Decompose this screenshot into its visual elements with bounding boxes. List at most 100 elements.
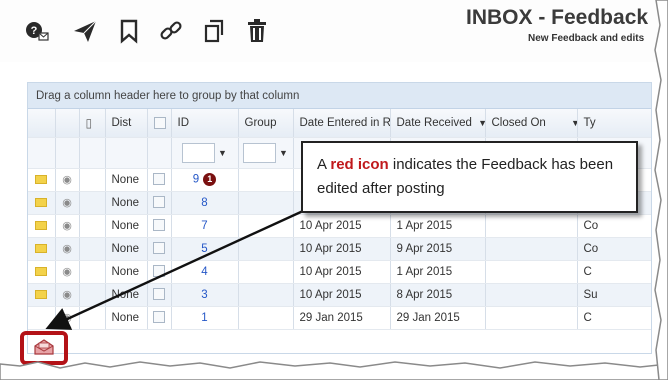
date-entered-cell: 10 Apr 2015 [293,260,391,284]
filter-cell [55,137,80,169]
dist-cell: None [105,214,148,238]
table-row[interactable]: ◉ None 4 10 Apr 2015 1 Apr 2015 C [28,260,651,284]
row-checkbox[interactable] [153,311,165,324]
group-cell [238,168,294,192]
group-cell [238,214,294,238]
title-area: INBOX - Feedback New Feedback and edits [0,0,652,62]
row-checkbox[interactable] [153,196,165,209]
col-date-received-label: Date Received [396,116,472,129]
mail-icon[interactable] [35,197,48,207]
col-date-entered[interactable]: Date Entered in Risk [293,109,391,138]
paperclip-icon: ▯ [85,115,93,130]
id-cell[interactable]: 4 [171,260,239,284]
date-entered-cell: 10 Apr 2015 [293,214,391,238]
type-cell: Co [577,237,651,261]
eye-icon[interactable]: ◉ [62,243,72,255]
col-view[interactable] [55,109,80,138]
col-dist[interactable]: Dist [105,109,148,138]
dist-cell: None [105,237,148,261]
type-cell: Co [577,214,651,238]
closed-on-cell [485,306,578,330]
dist-cell: None [105,306,148,330]
group-cell [238,306,294,330]
date-entered-cell: 10 Apr 2015 [293,237,391,261]
dist-cell: None [105,283,148,307]
col-closed-on[interactable]: Closed On ▼ [485,109,578,138]
callout-highlight: red icon [330,156,389,173]
type-cell: C [577,260,651,284]
eye-icon[interactable]: ◉ [62,220,72,232]
group-filter-input[interactable] [243,142,277,163]
date-received-cell: 8 Apr 2015 [390,283,486,307]
type-cell: Su [577,283,651,307]
date-received-cell: 9 Apr 2015 [390,237,486,261]
filter-icon[interactable]: ▼ [571,118,576,128]
table-row[interactable]: ◉ None 5 10 Apr 2015 9 Apr 2015 Co [28,237,651,261]
group-cell [238,283,294,307]
row-checkbox[interactable] [153,288,165,301]
group-cell [238,260,294,284]
col-date-received[interactable]: Date Received ▼ [390,109,486,138]
feedback-grid: Drag a column header here to group by th… [27,82,652,354]
filter-icon[interactable]: ▼ [478,118,484,128]
id-cell[interactable]: 3 [171,283,239,307]
mail-icon[interactable] [35,174,48,184]
id-cell[interactable]: 1 [171,306,239,330]
callout-box: A red icon indicates the Feedback has be… [301,141,638,213]
table-row[interactable]: ◉ None 3 10 Apr 2015 8 Apr 2015 Su [28,283,651,307]
filter-cell [79,137,106,169]
id-cell[interactable]: 5 [171,237,239,261]
table-row[interactable]: ◉ None 7 10 Apr 2015 1 Apr 2015 Co [28,214,651,238]
select-all-checkbox[interactable] [153,116,166,129]
closed-on-cell [485,237,578,261]
dist-cell: None [105,191,148,215]
dist-cell: None [105,168,148,192]
filter-cell [28,137,56,169]
col-mail[interactable] [28,109,56,138]
dist-cell: None [105,260,148,284]
mail-icon[interactable] [35,266,48,276]
eye-icon[interactable]: ◉ [62,174,72,186]
row-checkbox[interactable] [153,219,165,232]
highlight-box [20,331,68,365]
col-attachment[interactable]: ▯ [79,109,106,138]
id-filter-input[interactable] [182,142,216,163]
date-entered-cell: 29 Jan 2015 [293,306,391,330]
callout-prefix: A [317,156,331,173]
eye-icon[interactable]: ◉ [62,197,72,209]
id-cell[interactable]: 7 [171,214,239,238]
id-cell[interactable]: 8 [171,191,239,215]
filter-icon[interactable]: ▼ [218,148,227,158]
date-received-cell: 1 Apr 2015 [390,214,486,238]
id-cell[interactable]: 91 [171,168,239,192]
date-received-cell: 29 Jan 2015 [390,306,486,330]
closed-on-cell [485,260,578,284]
group-by-hint[interactable]: Drag a column header here to group by th… [28,83,651,109]
type-cell: C [577,306,651,330]
mail-icon[interactable] [35,220,48,230]
date-entered-cell: 10 Apr 2015 [293,283,391,307]
id-link[interactable]: 9 [193,174,199,186]
eye-icon[interactable]: ◉ [62,312,72,324]
row-checkbox[interactable] [153,242,165,255]
row-checkbox[interactable] [153,173,165,186]
col-type[interactable]: Ty [577,109,651,138]
mail-icon[interactable] [35,243,48,253]
filter-icon[interactable]: ▼ [279,148,288,158]
toolbar: ? INBOX - Feedback New Feedback and edit… [0,0,668,62]
badge-number: 1 [203,173,217,186]
table-row[interactable]: ◉ None 1 29 Jan 2015 29 Jan 2015 C [28,306,651,330]
closed-on-cell [485,283,578,307]
page-title: INBOX - Feedback [466,6,649,29]
eye-icon[interactable]: ◉ [62,289,72,301]
col-id[interactable]: ID [171,109,239,138]
eye-icon[interactable]: ◉ [62,266,72,278]
group-cell [238,237,294,261]
filter-cell-id: ▼ [171,137,239,169]
row-checkbox[interactable] [153,265,165,278]
col-closed-on-label: Closed On [491,116,546,129]
filter-cell [105,137,148,169]
col-group[interactable]: Group [238,109,294,138]
col-select-all[interactable] [147,109,172,138]
mail-icon[interactable] [35,289,48,299]
